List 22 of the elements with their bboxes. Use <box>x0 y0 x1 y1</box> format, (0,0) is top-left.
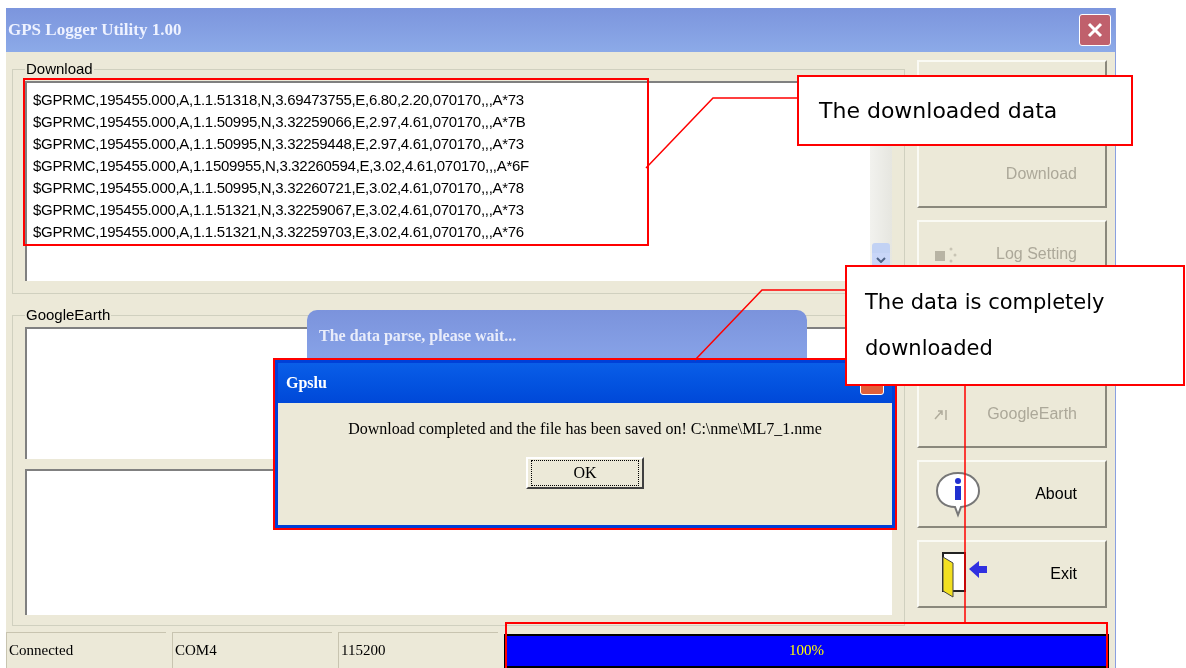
nmea-line: $GPRMC,195455.000,A,1.1.50995,N,3.32259066,E,2.97,4.61,070170,,,A*7B <box>33 111 526 132</box>
busy-title: The data parse, please wait... <box>319 327 517 344</box>
nmea-line: $GPRMC,195455.000,A,1.1.51318,N,3.69473755,E,6.80,2.20,070170,,,A*73 <box>33 89 524 110</box>
nmea-line: $GPRMC,195455.000,A,1.1.50995,N,3.32259448,E,2.97,4.61,070170,,,A*73 <box>33 133 524 154</box>
status-cell: COM4 <box>172 632 332 668</box>
side-button[interactable]: Exit <box>917 540 1107 608</box>
group-label: GoogleEarth <box>25 305 112 325</box>
annotation-tooltip: The downloaded data <box>797 75 1133 146</box>
dialog-title: Gpslu <box>286 373 327 394</box>
side-button[interactable]: About <box>917 460 1107 528</box>
nmea-line: $GPRMC,195455.000,A,1.1509955,N,3.32260594,E,3.02,4.61,070170,,,A*6F <box>33 155 529 176</box>
annotation-tooltip: The data is completely downloaded <box>845 265 1185 386</box>
status-cell: Connected <box>6 632 166 668</box>
nmea-line: $GPRMC,195455.000,A,1.1.51321,N,3.32259703,E,3.02,4.61,070170,,,A*76 <box>33 221 524 242</box>
group-label: Download <box>25 59 94 79</box>
nmea-line: $GPRMC,195455.000,A,1.1.51321,N,3.32259067,E,3.02,4.61,070170,,,A*73 <box>33 199 524 220</box>
status-cell: 115200 <box>338 632 498 668</box>
nmea-line: $GPRMC,195455.000,A,1.1.50995,N,3.32260721,E,3.02,4.61,070170,,,A*78 <box>33 177 524 198</box>
ok-button[interactable]: OK <box>526 457 644 489</box>
progress-reading: 100% <box>789 641 824 659</box>
window-title: GPS Logger Utility 1.00 <box>8 19 182 42</box>
dialog-message: Download completed and the file has been saved on! C:\nme\ML7_1.nme <box>348 419 822 440</box>
